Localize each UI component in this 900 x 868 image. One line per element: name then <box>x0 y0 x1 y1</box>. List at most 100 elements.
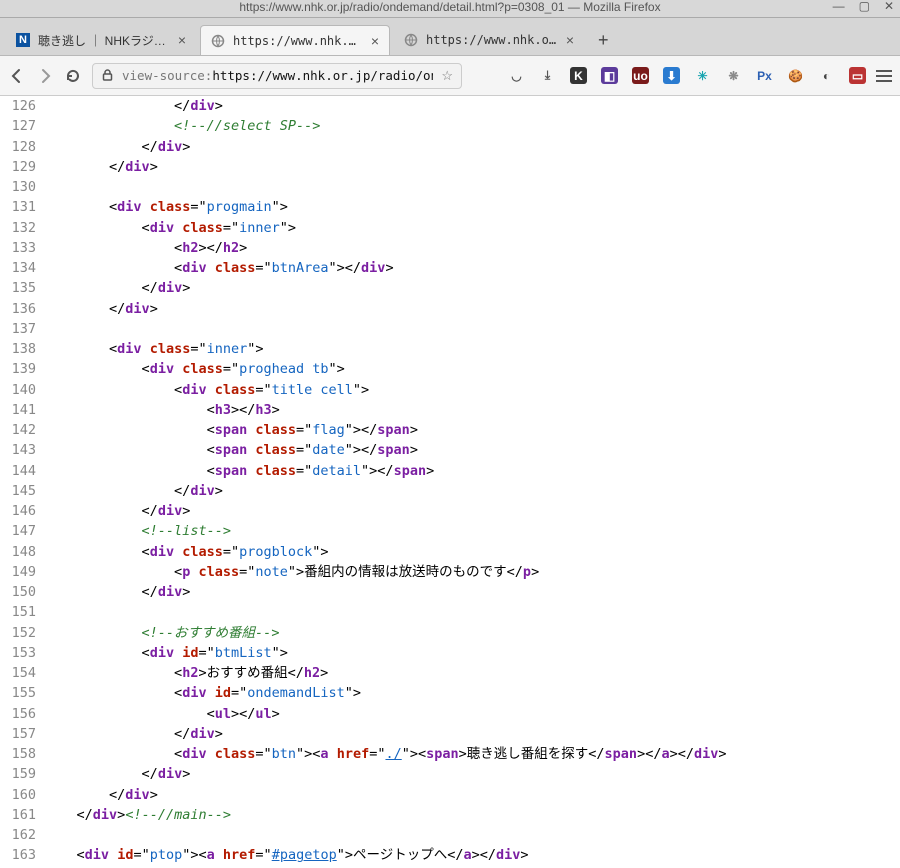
line-number: 138 <box>0 339 36 359</box>
line-number: 155 <box>0 683 36 703</box>
ext-purple-icon[interactable]: ◧ <box>601 67 618 84</box>
ext-teal-icon[interactable]: ✳ <box>694 67 711 84</box>
code-line <box>44 177 892 197</box>
code-line: <!--//select SP--> <box>44 116 892 136</box>
code-line: </div><!--//main--> <box>44 805 892 825</box>
line-number: 132 <box>0 218 36 238</box>
code-line: <div class="title cell"> <box>44 380 892 400</box>
ext-px-icon[interactable]: Px <box>756 67 773 84</box>
code-line: </div> <box>44 299 892 319</box>
source-code: </div> <!--//select SP--> </div> </div> … <box>44 96 900 868</box>
tab-0[interactable]: N 聴き逃し ｜ NHKラジオ らじ × <box>6 25 196 55</box>
url-bar[interactable]: view-source:https://www.nhk.or.jp/radio/… <box>92 63 462 89</box>
code-line: </div> <box>44 724 892 744</box>
back-button[interactable] <box>8 67 26 85</box>
ext-doc-icon[interactable]: ▭ <box>849 67 866 84</box>
code-line: </div> <box>44 764 892 784</box>
line-number: 133 <box>0 238 36 258</box>
code-line <box>44 602 892 622</box>
tab-bar: N 聴き逃し ｜ NHKラジオ らじ × https://www.nhk.or.jp/… <box>0 18 900 56</box>
line-number: 128 <box>0 137 36 157</box>
toolbar-right-icons: ◡ ⤓ K ◧ uo ⬇ ✳ ❋ Px 🍪 ◐ ▭ <box>508 67 866 84</box>
line-number: 137 <box>0 319 36 339</box>
code-line: <span class="flag"></span> <box>44 420 892 440</box>
forward-button[interactable] <box>36 67 54 85</box>
ext-grey-icon[interactable]: ❋ <box>725 67 742 84</box>
favicon-icon: N <box>16 33 30 47</box>
code-line: <!--list--> <box>44 521 892 541</box>
ext-k-icon[interactable]: K <box>570 67 587 84</box>
code-line: </div> <box>44 278 892 298</box>
close-tab-icon[interactable]: × <box>566 32 574 48</box>
tab-label: https://www.nhk.or.jp/radio/ <box>426 33 558 47</box>
code-line: <div id="ptop"><a href="#pagetop">ページトップ… <box>44 845 892 865</box>
line-number: 156 <box>0 704 36 724</box>
line-number: 143 <box>0 440 36 460</box>
code-line: <div class="btn"><a href="./"><span>聴き逃し… <box>44 744 892 764</box>
line-number: 129 <box>0 157 36 177</box>
url-text: view-source:https://www.nhk.or.jp/radio/… <box>122 68 433 83</box>
line-number: 142 <box>0 420 36 440</box>
window-controls: — ▢ ✕ <box>833 1 894 11</box>
code-line: <div class="inner"> <box>44 218 892 238</box>
close-tab-icon[interactable]: × <box>178 32 186 48</box>
code-line: </div> <box>44 785 892 805</box>
tab-label: 聴き逃し ｜ NHKラジオ らじ <box>38 32 170 49</box>
code-line: </div> <box>44 157 892 177</box>
lock-icon <box>101 68 114 84</box>
line-number: 157 <box>0 724 36 744</box>
line-number: 150 <box>0 582 36 602</box>
menu-button[interactable] <box>876 70 892 82</box>
line-number: 160 <box>0 785 36 805</box>
line-number: 140 <box>0 380 36 400</box>
line-number: 158 <box>0 744 36 764</box>
new-tab-button[interactable]: + <box>588 26 619 55</box>
line-number: 131 <box>0 197 36 217</box>
maximize-icon[interactable]: ▢ <box>859 1 870 11</box>
code-line: <div class="progmain"> <box>44 197 892 217</box>
code-line: <span class="detail"></span> <box>44 461 892 481</box>
line-number: 147 <box>0 521 36 541</box>
code-line: <div class="inner"> <box>44 339 892 359</box>
source-view[interactable]: 1261271281291301311321331341351361371381… <box>0 96 900 868</box>
window-titlebar: https://www.nhk.or.jp/radio/ondemand/det… <box>0 0 900 18</box>
line-number: 145 <box>0 481 36 501</box>
downloads-icon[interactable]: ⤓ <box>539 67 556 84</box>
line-number: 154 <box>0 663 36 683</box>
code-line: <div class="btnArea"></div> <box>44 258 892 278</box>
pocket-icon[interactable]: ◡ <box>508 67 525 84</box>
code-line: </div> <box>44 481 892 501</box>
line-number: 130 <box>0 177 36 197</box>
code-line: <!--おすすめ番組--> <box>44 623 892 643</box>
code-line: <div id="btmList"> <box>44 643 892 663</box>
ext-dl-icon[interactable]: ⬇ <box>663 67 680 84</box>
favicon-icon <box>211 34 225 48</box>
line-number: 134 <box>0 258 36 278</box>
line-number: 141 <box>0 400 36 420</box>
line-number: 163 <box>0 845 36 865</box>
code-line: <div class="progblock"> <box>44 542 892 562</box>
line-number: 149 <box>0 562 36 582</box>
reload-button[interactable] <box>64 67 82 85</box>
ext-cookie-icon[interactable]: 🍪 <box>787 67 804 84</box>
ublock-icon[interactable]: uo <box>632 67 649 84</box>
close-window-icon[interactable]: ✕ <box>884 1 894 11</box>
bookmark-star-icon[interactable]: ☆ <box>441 68 453 84</box>
line-number: 139 <box>0 359 36 379</box>
ext-circle-icon[interactable]: ◐ <box>818 67 835 84</box>
code-line: <span class="date"></span> <box>44 440 892 460</box>
code-line: <div class="proghead tb"> <box>44 359 892 379</box>
close-tab-icon[interactable]: × <box>371 33 379 49</box>
line-number: 144 <box>0 461 36 481</box>
tab-1[interactable]: https://www.nhk.or.jp/radio/× <box>200 25 390 55</box>
line-number: 135 <box>0 278 36 298</box>
code-line: </div> <box>44 582 892 602</box>
line-number-gutter: 1261271281291301311321331341351361371381… <box>0 96 44 868</box>
line-number: 159 <box>0 764 36 784</box>
code-line <box>44 319 892 339</box>
tab-2[interactable]: https://www.nhk.or.jp/radio/ × <box>394 25 584 55</box>
code-line: <div id="ondemandList"> <box>44 683 892 703</box>
minimize-icon[interactable]: — <box>833 1 845 11</box>
toolbar: view-source:https://www.nhk.or.jp/radio/… <box>0 56 900 96</box>
line-number: 152 <box>0 623 36 643</box>
